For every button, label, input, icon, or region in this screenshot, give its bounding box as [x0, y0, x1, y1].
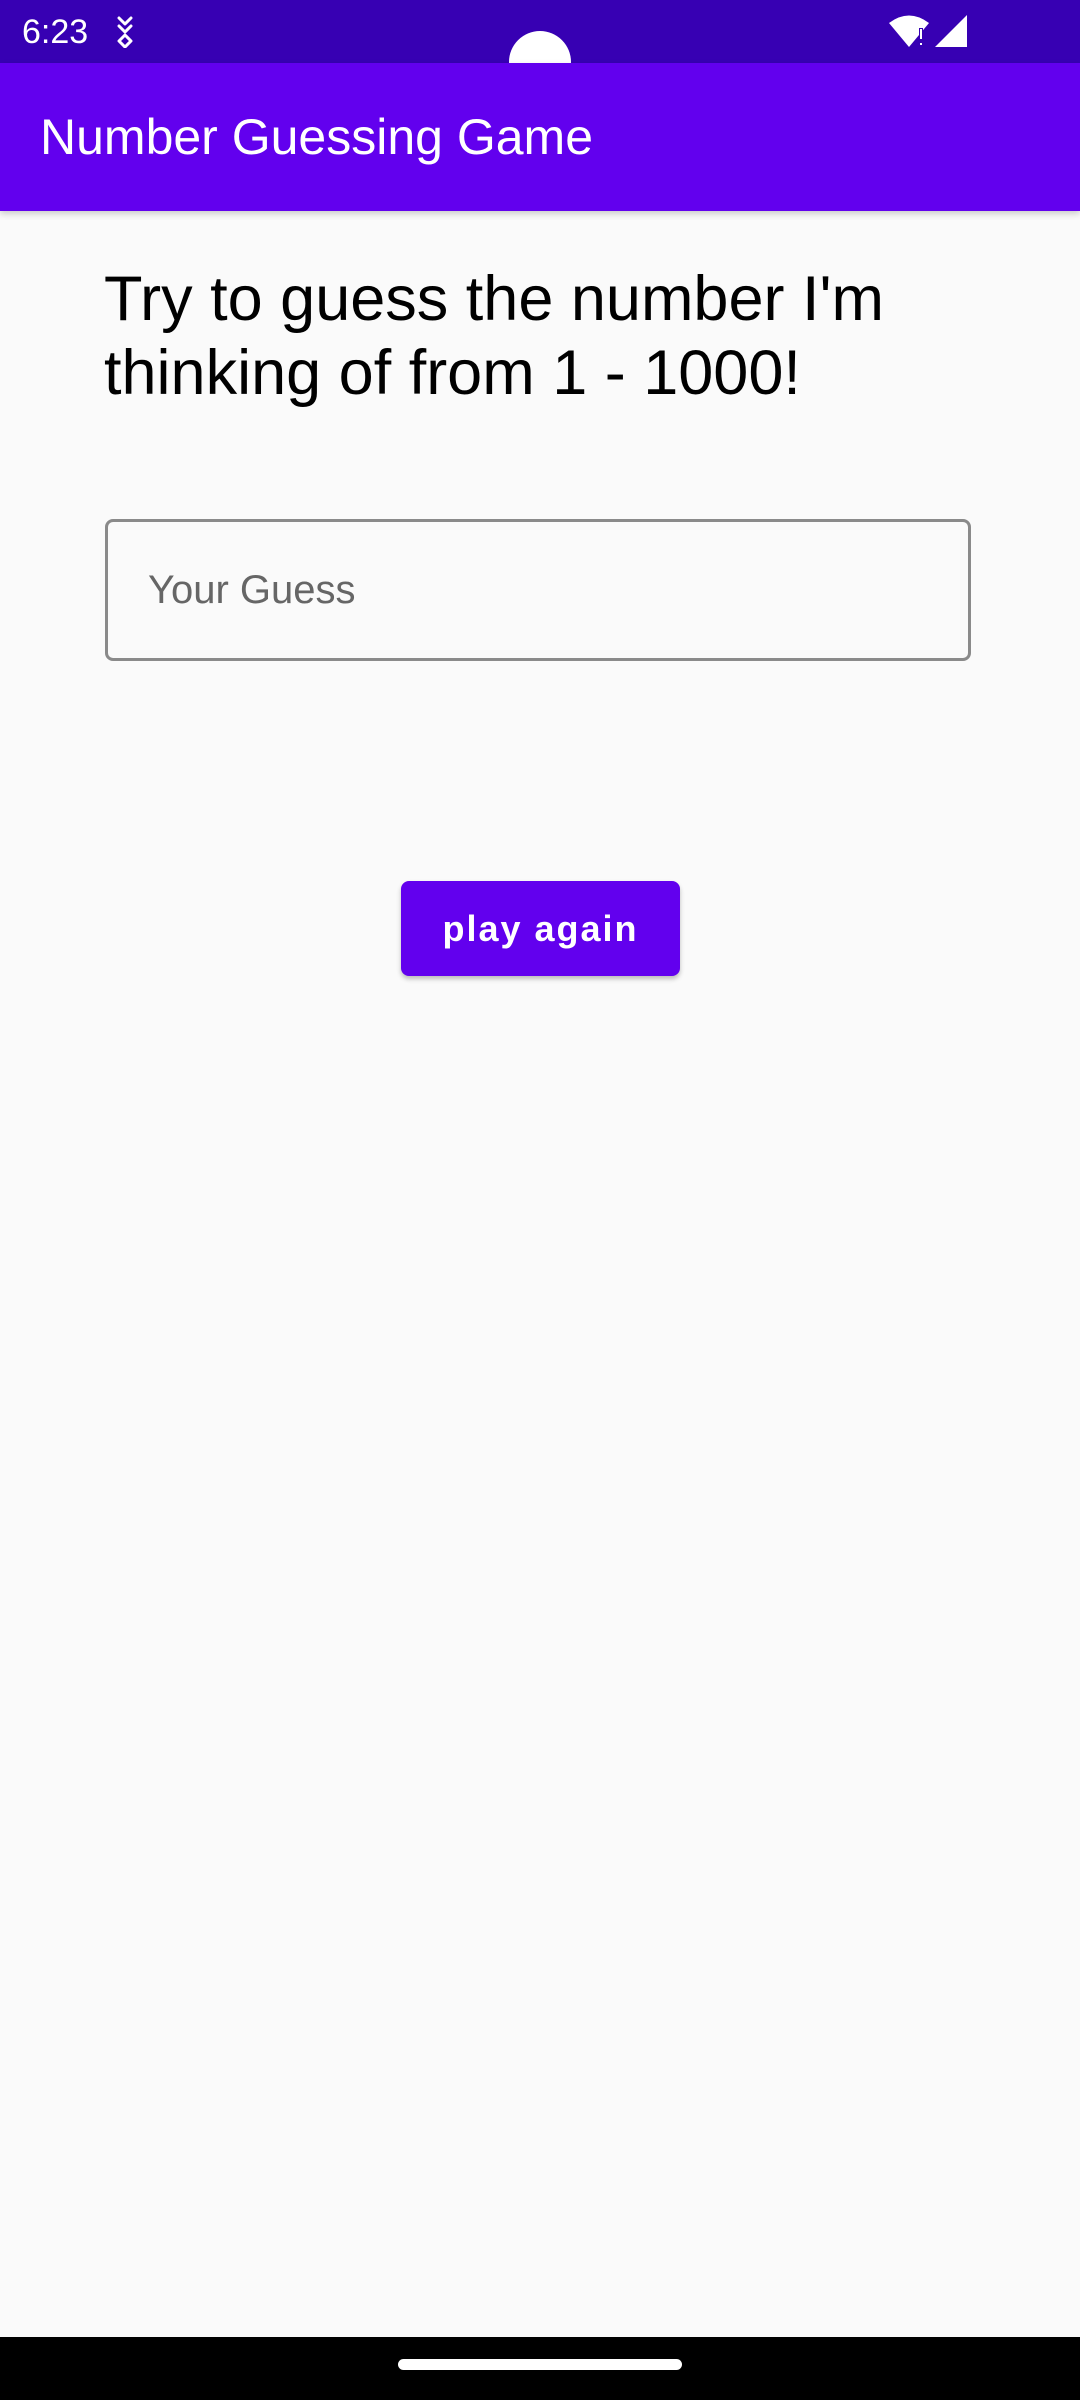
navigation-bar: [0, 2337, 1080, 2400]
app-screen: 6:23 Number Guessing Game Try to guess t…: [0, 0, 1080, 2400]
home-gesture-handle[interactable]: [398, 2359, 682, 2370]
play-again-button[interactable]: play again: [401, 881, 680, 976]
status-time: 6:23: [22, 13, 89, 51]
app-title: Number Guessing Game: [40, 109, 594, 165]
cell-signal-icon: [934, 14, 968, 48]
app-bar: Number Guessing Game: [0, 63, 1080, 211]
wifi-alert-icon: [888, 14, 930, 48]
download-notification-icon: [110, 14, 140, 49]
guess-input[interactable]: [108, 522, 968, 658]
guess-field[interactable]: [105, 519, 971, 661]
instruction-text: Try to guess the number I'm thinking of …: [104, 264, 884, 408]
